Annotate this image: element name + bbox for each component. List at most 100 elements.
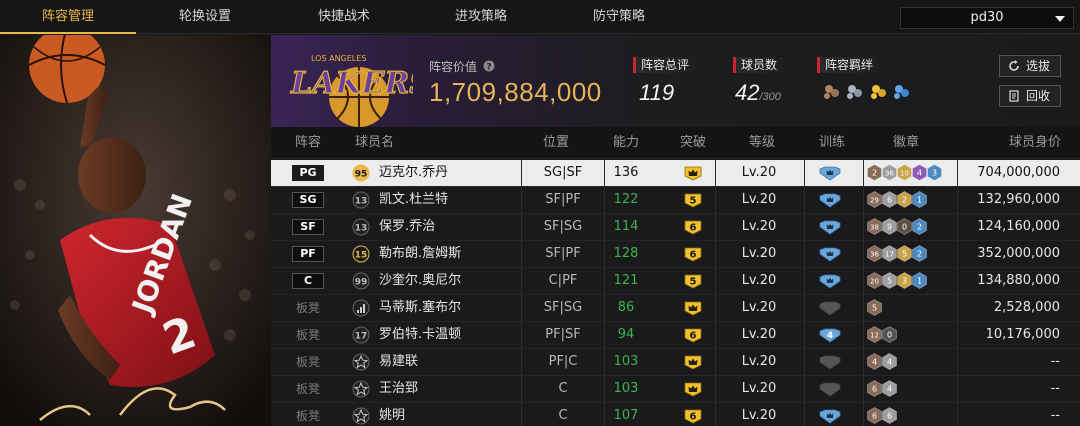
slot-badge: C xyxy=(292,273,324,289)
player-ability: 121 xyxy=(613,273,639,288)
tab-roster-management[interactable]: 阵容管理 xyxy=(0,0,136,34)
star-rank-icon xyxy=(352,407,370,425)
select-button[interactable]: 选拔 xyxy=(999,55,1061,77)
column-divider xyxy=(804,187,805,213)
slot-badge: PF xyxy=(292,246,324,262)
badge-count: 36 xyxy=(885,170,894,178)
table-row[interactable]: PF 15 勒布朗.詹姆斯 SF|PF 128 6 Lv.20 36 17 5 2 352,000,0… xyxy=(271,241,1080,268)
team-rating: 119 xyxy=(639,80,675,105)
badge-count: 6 xyxy=(887,196,892,205)
table-row[interactable]: PG 95 迈克尔.乔丹 SG|SF 136 Lv.20 2 36 10 4 3 704,000,00… xyxy=(271,160,1080,187)
badge-count: 4 xyxy=(917,169,922,178)
badge-hex-icon: 2 xyxy=(897,191,912,208)
table-row[interactable]: SG 13 凯文.杜兰特 SF|PF 122 5 Lv.20 29 6 2 1 132,960,000 xyxy=(271,187,1080,214)
badge-count: 1 xyxy=(917,277,922,286)
help-icon[interactable]: ? xyxy=(483,60,495,72)
badge-count: 2 xyxy=(872,169,877,178)
badge-count: 38 xyxy=(870,224,879,232)
logo-wordmark: LAKERS xyxy=(290,66,413,101)
player-ability: 94 xyxy=(617,327,635,342)
team-header: LAKERS LOS ANGELES 阵容价值 ? 1,709,884,000 … xyxy=(271,35,1080,127)
badge-count: 5 xyxy=(872,304,877,313)
table-row[interactable]: 板凳 姚明 C 107 6 Lv.20 6 6 -- xyxy=(271,403,1080,426)
player-name[interactable]: 罗伯特.卡温顿 xyxy=(379,322,461,348)
column-divider xyxy=(521,160,522,186)
column-divider xyxy=(957,403,958,426)
table-row[interactable]: 板凳 17 罗伯特.卡温顿 PF|SF 94 6 Lv.20 4 12 0 10,176,000 xyxy=(271,322,1080,349)
rank-number: 99 xyxy=(355,278,368,288)
svg-text:4: 4 xyxy=(827,331,833,341)
column-divider xyxy=(863,349,864,375)
breakthrough-number: 5 xyxy=(690,196,697,207)
badge-count: 3 xyxy=(902,277,907,286)
column-divider xyxy=(957,295,958,321)
badge-hex-icon: 0 xyxy=(882,326,897,343)
table-row[interactable]: 板凳 马蒂斯.塞布尔 SF|SG 86 Lv.20 5 2,528,000 xyxy=(271,295,1080,322)
column-divider xyxy=(521,241,522,267)
chevron-down-icon xyxy=(1055,16,1065,22)
player-level: Lv.20 xyxy=(741,273,777,288)
breakthrough-number: 6 xyxy=(690,223,697,234)
tab-rotation-settings[interactable]: 轮换设置 xyxy=(136,0,274,34)
training-shield-icon xyxy=(819,193,841,208)
badge-hex-icon: 1 xyxy=(912,191,927,208)
col-slot: 阵容 xyxy=(295,135,322,150)
table-row[interactable]: C 99 沙奎尔.奥尼尔 C|PF 121 5 Lv.20 20 5 3 1 134,880,000 xyxy=(271,268,1080,295)
player-price: 124,160,000 xyxy=(977,219,1060,234)
column-divider xyxy=(715,214,716,240)
badge-hex-icon: 20 xyxy=(867,272,882,289)
roster-selector-dropdown[interactable]: pd30 xyxy=(900,7,1074,29)
player-price: -- xyxy=(1050,381,1060,396)
badge-hex-icon: 36 xyxy=(882,164,897,181)
badge-hex-icon: 3 xyxy=(897,272,912,289)
rank-icon: 15 xyxy=(352,245,370,263)
tab-quick-tactics[interactable]: 快捷战术 xyxy=(274,0,414,34)
tab-defense-strategy[interactable]: 防守策略 xyxy=(548,0,690,34)
player-name[interactable]: 保罗.乔治 xyxy=(379,214,435,240)
player-name[interactable]: 勒布朗.詹姆斯 xyxy=(379,241,461,267)
column-divider xyxy=(804,295,805,321)
badge-hex-icon: 6 xyxy=(882,191,897,208)
table-row[interactable]: 板凳 易建联 PF|C 103 Lv.20 4 4 -- xyxy=(271,349,1080,376)
player-name[interactable]: 易建联 xyxy=(379,349,418,375)
column-divider xyxy=(957,268,958,294)
table-row[interactable]: SF 13 保罗.乔治 SF|SG 114 6 Lv.20 38 9 0 2 124,160,000 xyxy=(271,214,1080,241)
badge-count: 5 xyxy=(887,277,892,286)
player-dunk-illustration: JORDAN 2 xyxy=(0,35,271,426)
breakthrough-shield-icon: 6 xyxy=(684,409,702,424)
badge-count: 12 xyxy=(870,332,879,340)
synergy-icon-bronze xyxy=(824,85,839,99)
column-divider xyxy=(715,322,716,348)
player-name[interactable]: 沙奎尔.奥尼尔 xyxy=(379,268,461,294)
rank-number: 17 xyxy=(355,332,368,342)
player-count: 42/300 xyxy=(735,80,781,106)
badge-count: 2 xyxy=(917,223,922,232)
table-row[interactable]: 板凳 王治郅 C 103 Lv.20 6 4 -- xyxy=(271,376,1080,403)
rank-number: 13 xyxy=(355,224,368,234)
player-name[interactable]: 凯文.杜兰特 xyxy=(379,187,448,213)
column-divider xyxy=(957,349,958,375)
player-price: -- xyxy=(1050,408,1060,423)
player-level: Lv.20 xyxy=(741,354,777,369)
player-name[interactable]: 马蒂斯.塞布尔 xyxy=(379,295,461,321)
synergy-icon-blue xyxy=(894,85,909,99)
badge-count: 4 xyxy=(887,385,892,394)
tab-offense-strategy[interactable]: 进攻策略 xyxy=(414,0,548,34)
player-name[interactable]: 王治郅 xyxy=(379,376,418,402)
svg-text:?: ? xyxy=(486,63,491,73)
player-level: Lv.20 xyxy=(741,381,777,396)
player-name[interactable]: 迈克尔.乔丹 xyxy=(379,160,448,186)
synergy-icons[interactable] xyxy=(822,81,914,103)
synergy-label: 阵容羁绊 xyxy=(817,57,891,73)
column-divider xyxy=(521,295,522,321)
player-count-max: /300 xyxy=(759,91,781,103)
player-name[interactable]: 姚明 xyxy=(379,403,405,426)
team-value-label: 阵容价值 xyxy=(429,60,478,74)
star-rank-icon xyxy=(352,380,370,398)
rank-icon: 13 xyxy=(352,218,370,236)
col-player-value: 球员身价 xyxy=(1009,135,1062,150)
badge-hex-icon: 10 xyxy=(897,164,912,181)
badge-hex-icon: 5 xyxy=(882,272,897,289)
recycle-button[interactable]: 回收 xyxy=(999,85,1061,107)
col-player-name: 球员名 xyxy=(355,135,395,150)
